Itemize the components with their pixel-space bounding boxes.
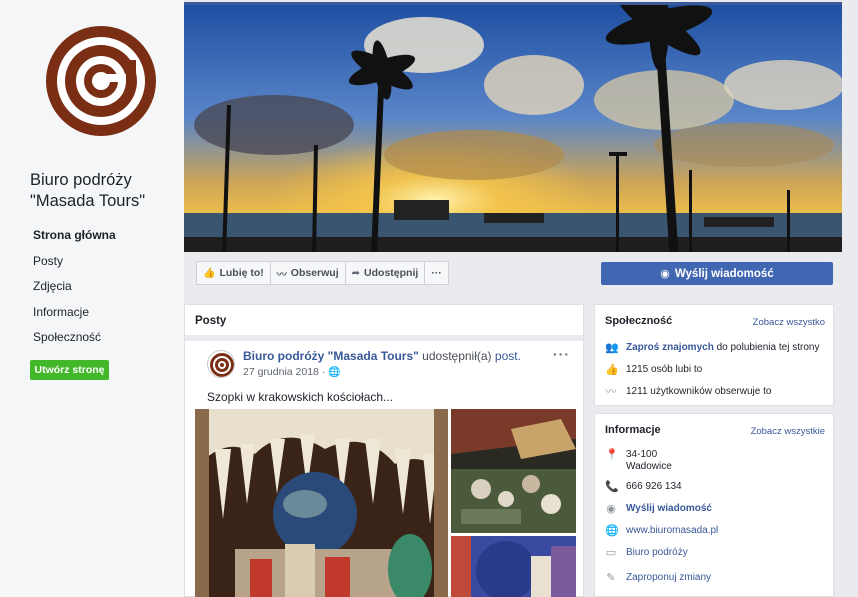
cover-photo[interactable]	[184, 2, 842, 252]
more-label: ···	[431, 267, 442, 279]
more-actions-button[interactable]: ···	[424, 261, 449, 285]
page-title: Biuro podróży "Masada Tours"	[30, 170, 145, 212]
invite-friends-row: 👥 Zaproś znajomych do polubienia tej str…	[605, 342, 819, 354]
messenger-icon: ◉	[606, 503, 616, 515]
invite-friends-icon: 👥	[605, 342, 619, 354]
posts-card: Posty Biuro podróży "Masada Tours" udost…	[184, 304, 584, 597]
community-card: Społeczność Zobacz wszystko 👥 Zaproś zna…	[594, 304, 834, 406]
info-heading: Informacje	[605, 424, 661, 436]
community-heading: Społeczność	[605, 315, 673, 327]
send-message-button[interactable]: ◉ Wyślij wiadomość	[601, 262, 833, 285]
post-author-avatar[interactable]	[207, 350, 235, 378]
website-row: 🌐 www.biuromasada.pl	[605, 525, 718, 537]
nav-item-info[interactable]: Informacje	[33, 304, 116, 330]
address-row: 📍 34-100 Wadowice	[605, 449, 672, 473]
follows-count: 1211 użytkowników obserwuje to	[626, 386, 772, 397]
info-card: Informacje Zobacz wszystkie 📍 34-100 Wado…	[594, 413, 834, 597]
page-title-line2: "Masada Tours"	[30, 192, 146, 210]
post-photo-side-2[interactable]	[451, 536, 576, 597]
likes-count: 1215 osób lubi to	[626, 364, 703, 375]
main-content: 👍 Lubię to! 〰 Obserwuj ➦ Udostępnij ··· ◉ W…	[184, 0, 858, 597]
globe-icon: 🌐	[605, 525, 619, 537]
page-logo[interactable]	[40, 20, 162, 142]
post-photo-side-1[interactable]	[451, 409, 576, 533]
share-arrow-icon: ➦	[351, 267, 361, 279]
share-button[interactable]: ➦ Udostępnij	[344, 261, 426, 285]
page-title-line1: Biuro podróży	[30, 171, 132, 189]
follow-icon: 〰	[605, 386, 617, 398]
suggest-edits-link[interactable]: Zaproponuj zmiany	[626, 572, 711, 584]
nav-item-photos[interactable]: Zdjęcia	[33, 278, 116, 304]
like-button[interactable]: 👍 Lubię to!	[196, 261, 271, 285]
page-action-bar: 👍 Lubię to! 〰 Obserwuj ➦ Udostępnij ···	[196, 261, 449, 285]
send-message-label: Wyślij wiadomość	[674, 267, 774, 280]
phone-icon: 📞	[605, 481, 619, 493]
follows-row: 〰 1211 użytkowników obserwuje to	[605, 386, 772, 398]
phone-row: 📞 666 926 134	[605, 481, 682, 493]
website-link[interactable]: www.biuromasada.pl	[626, 525, 718, 537]
post-date[interactable]: 27 grudnia 2018 ·	[243, 366, 325, 378]
page-nav: Strona główna Posty Zdjęcia Informacje S…	[33, 227, 116, 355]
thumbs-up-icon: 👍	[605, 364, 619, 376]
nav-item-community[interactable]: Społeczność	[33, 329, 116, 355]
left-sidebar: Biuro podróży "Masada Tours" Strona głów…	[0, 0, 184, 597]
category-row: ▭ Biuro podróży	[605, 547, 688, 559]
message-link[interactable]: Wyślij wiadomość	[626, 503, 712, 515]
phone-number: 666 926 134	[626, 481, 682, 492]
folder-icon: ▭	[605, 547, 617, 559]
post-author-link[interactable]: Biuro podróży "Masada Tours"	[243, 349, 419, 363]
nav-item-posts[interactable]: Posty	[33, 253, 116, 279]
community-see-all-link[interactable]: Zobacz wszystko	[753, 317, 825, 328]
follow-button[interactable]: 〰 Obserwuj	[269, 261, 346, 285]
post-link[interactable]: post.	[495, 349, 521, 363]
post-action-text: udostępnił(a)	[418, 349, 495, 363]
category-link[interactable]: Biuro podróży	[626, 547, 688, 559]
invite-friends-text: do polubienia tej strony	[713, 342, 820, 353]
suggest-edits-row: ✎ Zaproponuj zmiany	[605, 572, 711, 584]
posts-heading: Posty	[195, 315, 227, 327]
create-page-button[interactable]: Utwórz stronę	[30, 360, 109, 380]
follow-icon: 〰	[276, 269, 287, 281]
post-text: Szopki w krakowskich kościołach...	[207, 390, 394, 404]
likes-row: 👍 1215 osób lubi to	[605, 364, 702, 376]
message-row: ◉ Wyślij wiadomość	[605, 503, 712, 515]
info-see-all-link[interactable]: Zobacz wszystkie	[751, 426, 825, 437]
pencil-icon: ✎	[606, 572, 616, 584]
invite-friends-link[interactable]: Zaproś znajomych	[626, 342, 714, 353]
post-meta: 27 grudnia 2018 · 🌐	[243, 366, 341, 378]
thumbs-up-icon: 👍	[203, 267, 216, 279]
globe-icon: 🌐	[328, 366, 341, 378]
post-options-button[interactable]: ···	[553, 346, 570, 362]
like-label: Lubię to!	[219, 267, 264, 279]
messenger-icon: ◉	[660, 268, 670, 280]
location-pin-icon: 📍	[605, 449, 619, 461]
divider	[185, 335, 583, 341]
share-label: Udostępnij	[364, 267, 419, 279]
address-city: Wadowice	[626, 461, 672, 472]
follow-label: Obserwuj	[290, 267, 339, 279]
post-header: Biuro podróży "Masada Tours" udostępnił(…	[243, 349, 521, 363]
post-photo-main[interactable]	[195, 409, 448, 597]
nav-item-home[interactable]: Strona główna	[33, 227, 116, 253]
address-postal: 34-100	[626, 449, 658, 460]
